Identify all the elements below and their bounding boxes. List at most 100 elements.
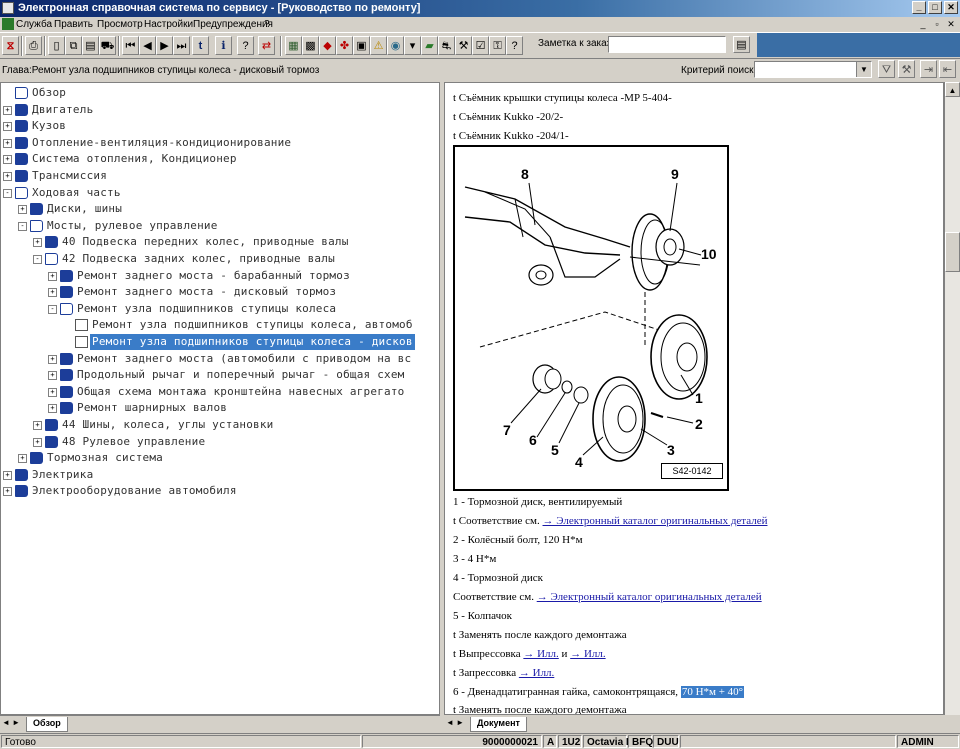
- wrench-icon[interactable]: ⚒: [455, 36, 472, 55]
- new-document-icon[interactable]: ▯: [48, 36, 65, 55]
- chevron-down-icon[interactable]: ▼: [856, 62, 871, 77]
- tree-item[interactable]: Ремонт узла подшипников ступицы колеса -…: [1, 334, 439, 350]
- expand-icon[interactable]: +: [48, 404, 57, 414]
- warning-icon[interactable]: ⚠: [370, 36, 387, 55]
- collapse-icon[interactable]: -: [18, 221, 27, 231]
- tree-item[interactable]: + Тормозная система: [1, 450, 439, 466]
- maximize-button[interactable]: □: [928, 1, 942, 14]
- document-vertical-scrollbar[interactable]: ▲: [944, 82, 960, 715]
- expand-icon[interactable]: +: [3, 487, 12, 497]
- grid-icon[interactable]: ▩: [302, 36, 319, 55]
- scroll-up-icon[interactable]: ▲: [945, 82, 960, 97]
- torque-value-highlight[interactable]: 70 Н*м + 40°: [680, 686, 745, 698]
- help-icon[interactable]: ?: [237, 36, 254, 55]
- checklist-icon[interactable]: ☑: [472, 36, 489, 55]
- expand-icon[interactable]: +: [48, 371, 57, 381]
- tree-item[interactable]: - Ремонт узла подшипников ступицы колеса: [1, 301, 439, 317]
- illustration-link[interactable]: → Илл.: [570, 648, 605, 660]
- tab-scroll-arrows[interactable]: ◄ ►: [446, 718, 464, 727]
- tree-item[interactable]: Ремонт узла подшипников ступицы колеса, …: [1, 317, 439, 333]
- expand-icon[interactable]: +: [3, 155, 12, 165]
- info-icon[interactable]: ℹ: [215, 36, 232, 55]
- expand-icon[interactable]: +: [3, 470, 12, 480]
- expand-icon[interactable]: +: [48, 271, 57, 281]
- scrollbar-thumb[interactable]: [945, 232, 960, 272]
- order-note-button-icon[interactable]: ▤: [733, 36, 750, 53]
- search-tools-icon[interactable]: ⚒: [898, 60, 915, 78]
- tree-item[interactable]: + Ремонт заднего моста - барабанный тормо…: [1, 268, 439, 284]
- tab-scroll-arrows[interactable]: ◄ ►: [2, 718, 20, 727]
- expand-icon[interactable]: +: [48, 288, 57, 298]
- menu-edit[interactable]: Править: [54, 18, 93, 31]
- tree-item[interactable]: +48 Рулевое управление: [1, 434, 439, 450]
- expand-icon[interactable]: +: [3, 105, 12, 115]
- tree-item[interactable]: + Ремонт шарнирных валов: [1, 400, 439, 416]
- illustration-link[interactable]: → Илл.: [519, 667, 554, 679]
- tools-icon[interactable]: ✤: [336, 36, 353, 55]
- tree-item[interactable]: + Система отопления, Кондиционер: [1, 151, 439, 167]
- go-to-icon[interactable]: t: [192, 36, 209, 55]
- expand-icon[interactable]: +: [33, 238, 42, 248]
- notes-icon[interactable]: ▤: [82, 36, 99, 55]
- menu-settings[interactable]: Настройки: [144, 18, 193, 31]
- app-menu-icon[interactable]: [2, 18, 14, 30]
- tree-item[interactable]: + Двигатель: [1, 102, 439, 118]
- catalog-link[interactable]: → Электронный каталог оригинальных детал…: [537, 591, 762, 603]
- expand-icon[interactable]: +: [33, 421, 42, 430]
- order-note-input[interactable]: [608, 36, 726, 53]
- exploded-view-figure[interactable]: 8 9 10 1 2 3 4 5 6 7 S42-0142: [453, 145, 729, 491]
- tree-item[interactable]: +44 Шины, колеса, углы установки: [1, 417, 439, 433]
- collapse-icon[interactable]: -: [48, 304, 57, 314]
- tree-item[interactable]: + Продольный рычаг и поперечный рычаг - о…: [1, 367, 439, 383]
- menu-warnings[interactable]: Предупреждения: [193, 18, 273, 31]
- last-page-icon[interactable]: ⏭: [173, 36, 190, 55]
- tree-item[interactable]: + Ремонт заднего моста - дисковый тормоз: [1, 284, 439, 300]
- minimize-button[interactable]: _: [912, 1, 926, 14]
- next-page-icon[interactable]: ▶: [156, 36, 173, 55]
- expand-icon[interactable]: +: [48, 387, 57, 397]
- tree-item[interactable]: +40 Подвеска передних колес, приводные в…: [1, 234, 439, 250]
- tree-item[interactable]: + Электрика: [1, 467, 439, 483]
- copy-icon[interactable]: ⧉: [65, 36, 82, 55]
- globe-icon[interactable]: ◉: [387, 36, 404, 55]
- mdi-minimize-button[interactable]: _: [917, 18, 929, 30]
- catalog-icon[interactable]: ▦: [285, 36, 302, 55]
- car-icon[interactable]: ⛟: [99, 36, 116, 55]
- menu-help[interactable]: ?: [264, 18, 270, 31]
- expand-icon[interactable]: +: [18, 205, 27, 215]
- tree-item[interactable]: + Электрооборудование автомобиля: [1, 483, 439, 499]
- collapse-icon[interactable]: -: [33, 255, 42, 264]
- tip-icon[interactable]: ?: [506, 36, 523, 55]
- tab-overview[interactable]: Обзор: [26, 717, 68, 732]
- tree-item[interactable]: - 42 Подвеска задних колес, приводные вал…: [1, 251, 439, 267]
- car-service-icon[interactable]: ⛐: [438, 36, 455, 55]
- menu-service[interactable]: Служба: [16, 18, 52, 31]
- mdi-restore-button[interactable]: ▫: [931, 18, 943, 30]
- forward-icon[interactable]: ⇥: [920, 60, 937, 78]
- tree-item[interactable]: Обзор: [1, 85, 439, 101]
- menu-view[interactable]: Просмотр: [97, 18, 143, 31]
- swap-icon[interactable]: ⇄: [258, 36, 275, 55]
- close-button[interactable]: ✕: [944, 1, 958, 14]
- expand-icon[interactable]: +: [33, 437, 42, 447]
- previous-page-icon[interactable]: ◀: [139, 36, 156, 55]
- tree-item[interactable]: - Ходовая часть: [1, 185, 439, 201]
- print-icon[interactable]: ⎙: [25, 36, 42, 55]
- key-icon[interactable]: ⚿: [489, 36, 506, 55]
- catalog-link[interactable]: → Электронный каталог оригинальных детал…: [543, 515, 768, 527]
- tab-document[interactable]: Документ: [470, 717, 527, 732]
- mdi-close-button[interactable]: ✕: [945, 18, 957, 30]
- tree-item[interactable]: + Общая схема монтажа кронштейна навесных…: [1, 384, 439, 400]
- search-filter-icon[interactable]: ⛛: [878, 60, 895, 78]
- search-criterion-select[interactable]: ▼: [754, 61, 872, 78]
- expand-icon[interactable]: +: [3, 138, 12, 148]
- expand-icon[interactable]: +: [18, 454, 27, 464]
- expand-icon[interactable]: +: [48, 354, 57, 364]
- first-page-icon[interactable]: ⏮: [122, 36, 139, 55]
- table-icon[interactable]: ▣: [353, 36, 370, 55]
- back-icon[interactable]: ⇤: [939, 60, 956, 78]
- tree-item[interactable]: - Мосты, рулевое управление: [1, 218, 439, 234]
- tree-item[interactable]: + Кузов: [1, 118, 439, 134]
- book-red-icon[interactable]: ◆: [319, 36, 336, 55]
- tree-item[interactable]: + Трансмиссия: [1, 168, 439, 184]
